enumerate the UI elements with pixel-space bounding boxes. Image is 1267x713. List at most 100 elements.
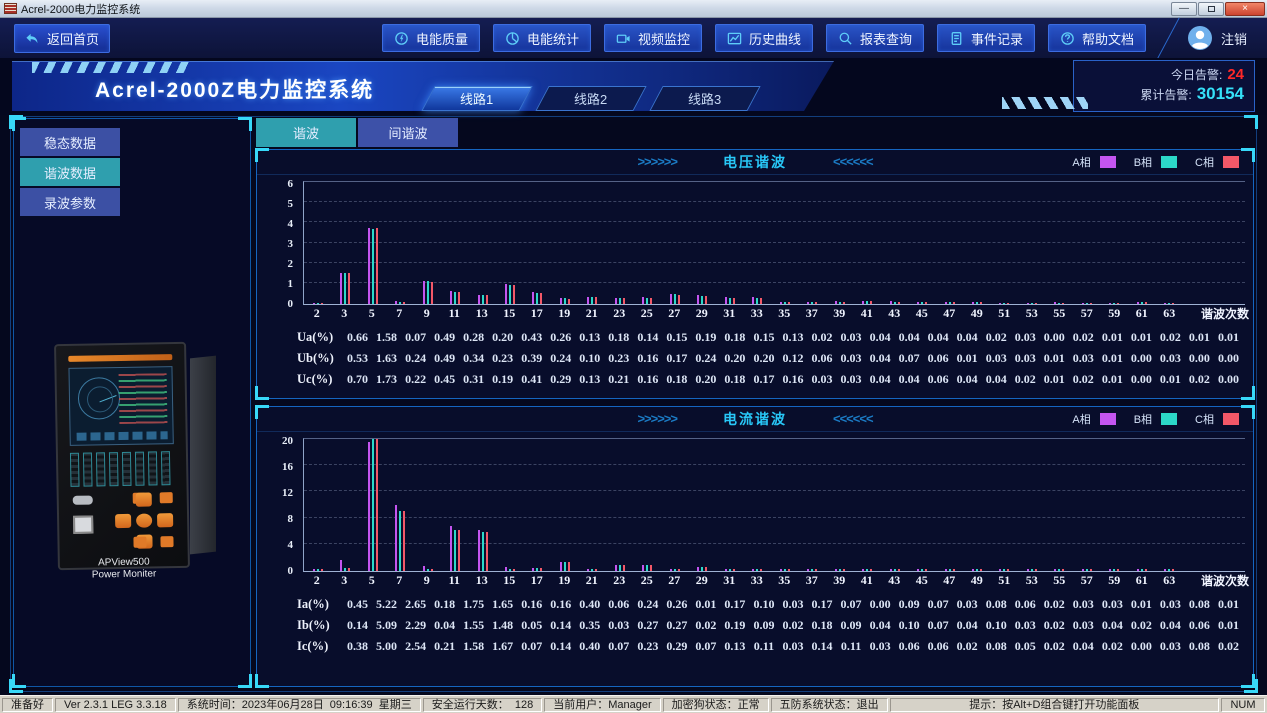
table-cell: 0.04 — [956, 329, 978, 344]
y-tick-label: 2 — [287, 257, 294, 270]
bar-C相 — [403, 511, 406, 571]
legend-swatch — [1223, 413, 1239, 426]
table-row: Uc(%) 0.70 1.73 0.22 0.45 0.31 0.19 0.41 0.29 0.1… — [257, 369, 1243, 390]
table-cell: 0.07 — [927, 596, 949, 611]
table-cell: 0.02 — [1072, 329, 1094, 344]
bar-group-h55 — [1046, 182, 1073, 304]
panel-corner — [255, 385, 269, 400]
legend-swatch — [1099, 413, 1116, 426]
bar-group-h31 — [716, 182, 743, 304]
x-tick-label: 21 — [585, 305, 598, 320]
bar-C相 — [1007, 302, 1010, 304]
sidebar-item-steady-state-data[interactable]: 稳态数据 — [20, 128, 120, 156]
bar-A相 — [862, 569, 865, 571]
table-cell: 2.65 — [405, 596, 427, 611]
tab-line2[interactable]: 线路2 — [535, 86, 647, 111]
bar-group-h49 — [963, 439, 990, 571]
table-cell: 0.03 — [811, 371, 833, 386]
bar-C相 — [842, 301, 845, 304]
table-cell: 0.04 — [869, 371, 891, 386]
bar-A相 — [587, 569, 590, 571]
nav-energy-statistics-button[interactable]: 电能统计 — [492, 24, 591, 52]
tab-line3[interactable]: 线路3 — [649, 86, 761, 111]
bar-group-h27 — [661, 439, 688, 571]
bar-C相 — [348, 273, 351, 304]
bar-group-h23 — [606, 182, 633, 304]
table-cell: 0.26 — [550, 329, 572, 344]
minimize-button[interactable]: — — [1171, 1, 1197, 16]
close-button[interactable]: × — [1225, 1, 1265, 16]
tab-interharmonics[interactable]: 间谐波 — [358, 118, 458, 147]
maximize-button[interactable] — [1198, 1, 1224, 16]
x-tick-label: 2 — [313, 572, 320, 587]
x-tick-label: 47 — [943, 305, 956, 320]
bar-group-h15 — [496, 439, 523, 571]
sidebar-item-harmonic-data[interactable]: 谐波数据 — [20, 158, 120, 186]
nav-video-monitor-button[interactable]: 视频监控 — [603, 24, 702, 52]
x-tick-label: 35 — [778, 572, 791, 587]
status-bar: 准备好 Ver 2.3.1 LEG 3.3.18 系统时间：2023年06月28日 … — [0, 695, 1267, 713]
device-screen-readings — [118, 373, 168, 425]
status-segment: 安全运行天数： 128 — [422, 697, 543, 712]
table-cell: 0.03 — [1101, 596, 1123, 611]
bar-A相 — [889, 301, 892, 304]
nav-report-query-button[interactable]: 报表查询 — [825, 24, 924, 52]
table-cell: 0.23 — [637, 638, 659, 653]
nav-event-record-button[interactable]: 事件记录 — [936, 24, 1035, 52]
table-cell: 0.22 — [405, 371, 427, 386]
table-cell: 1.55 — [463, 617, 485, 632]
banner-stripes-decoration — [32, 62, 192, 73]
table-row: Ib(%) 0.14 5.09 2.29 0.04 1.55 1.48 0.05 0.14 0.3… — [257, 615, 1243, 636]
window-titlebar: Acrel-2000电力监控系统 — × — [0, 0, 1267, 18]
table-cell: 0.07 — [927, 617, 949, 632]
x-tick-label: 55 — [1053, 305, 1066, 320]
table-cell: 0.21 — [434, 638, 456, 653]
tab-line1[interactable]: 线路1 — [421, 86, 533, 111]
table-cell: 0.20 — [753, 350, 775, 365]
device-label: APView500 Power Moniter — [72, 556, 176, 582]
bar-A相 — [1081, 302, 1084, 304]
sidebar-item-waveform-params[interactable]: 录波参数 — [20, 188, 120, 216]
voltage-harmonics-panel: >>>>>> 电压谐波 <<<<<< A相 B相 C相 6543210 235791… — [255, 147, 1255, 400]
bar-C相 — [897, 569, 900, 571]
device-button — [160, 536, 174, 548]
table-cell: 0.13 — [782, 329, 804, 344]
x-tick-label: 39 — [833, 572, 846, 587]
bar-B相 — [893, 301, 896, 304]
bar-B相 — [426, 569, 429, 571]
nav-history-curve-button[interactable]: 历史曲线 — [714, 24, 813, 52]
plot-area — [303, 437, 1245, 572]
bar-group-h9 — [414, 182, 441, 304]
bar-B相 — [1030, 569, 1033, 571]
table-cell: 0.17 — [753, 371, 775, 386]
y-tick-label: 12 — [282, 486, 293, 499]
x-tick-label: 9 — [423, 305, 430, 320]
bar-B相 — [948, 569, 951, 571]
bar-C相 — [458, 530, 461, 571]
table-cell: 0.14 — [637, 329, 659, 344]
logout-button[interactable]: 注销 — [1187, 25, 1253, 51]
bar-B相 — [673, 569, 676, 571]
bar-C相 — [1089, 569, 1092, 571]
bar-C相 — [622, 298, 625, 304]
bar-group-h37 — [798, 182, 825, 304]
x-tick-label: 17 — [530, 305, 543, 320]
table-cell: 0.08 — [985, 638, 1007, 653]
table-cell: 0.04 — [1072, 638, 1094, 653]
tab-harmonics[interactable]: 谐波 — [256, 118, 356, 147]
bar-B相 — [1085, 302, 1088, 304]
device-button — [133, 536, 147, 548]
y-tick-label: 6 — [287, 177, 294, 190]
table-cell: 2.29 — [405, 617, 427, 632]
nav-power-quality-button[interactable]: 电能质量 — [381, 24, 480, 52]
panel-title-row: >>>>>> 电流谐波 <<<<<< A相 B相 C相 — [257, 407, 1253, 432]
nav-help-doc-button[interactable]: 帮助文档 — [1047, 24, 1146, 52]
bar-A相 — [559, 298, 562, 304]
table-cell: 0.05 — [521, 617, 543, 632]
back-arrow-icon — [26, 33, 38, 43]
back-home-button[interactable]: 返回首页 — [14, 23, 110, 53]
bar-B相 — [563, 562, 566, 571]
x-tick-label: 27 — [668, 305, 681, 320]
bar-group-h3 — [331, 182, 358, 304]
legend-label: B相 — [1133, 157, 1153, 170]
